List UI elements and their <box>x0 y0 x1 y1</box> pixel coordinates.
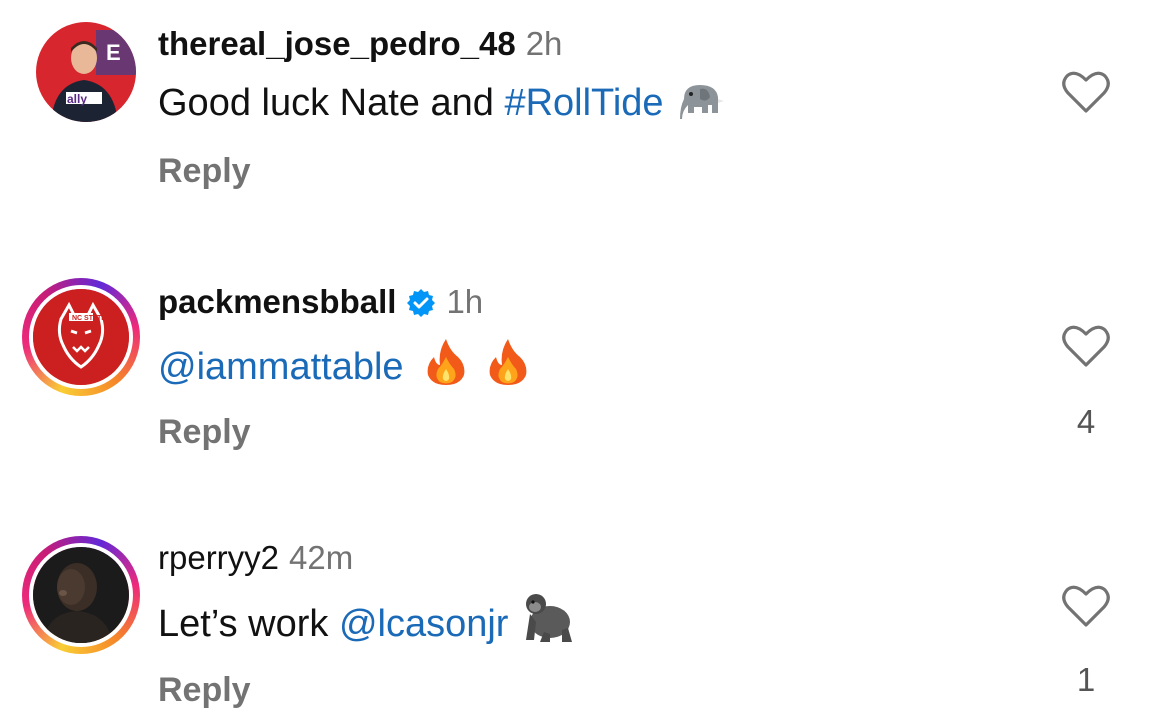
like-count: 4 <box>1076 403 1096 440</box>
comment-header: rperryy2 42m <box>158 538 353 578</box>
heart-icon[interactable] <box>1062 584 1110 628</box>
comment-header: thereal_jose_pedro_48 2h <box>158 24 562 64</box>
reply-button[interactable]: Reply <box>158 151 251 191</box>
comment-body: Good luck Nate and <box>158 82 505 124</box>
comment-text: Good luck Nate and #RollTide <box>158 79 726 134</box>
avatar-image: NC STATE <box>29 285 133 389</box>
username[interactable]: thereal_jose_pedro_48 <box>158 25 516 62</box>
elephant-emoji <box>678 79 726 134</box>
avatar[interactable]: E ally <box>22 22 140 140</box>
timestamp: 2h <box>525 25 563 62</box>
reply-button[interactable]: Reply <box>158 670 251 710</box>
reply-button[interactable]: Reply <box>158 412 251 452</box>
svg-text:ally: ally <box>67 92 87 106</box>
comment-header: packmensbball 1h <box>158 282 483 327</box>
fire-emoji <box>486 337 530 398</box>
username[interactable]: rperryy2 <box>158 539 279 576</box>
gorilla-emoji <box>522 592 578 655</box>
comment-body: Let’s work <box>158 603 339 645</box>
avatar-image <box>29 543 133 647</box>
svg-text:NC STATE: NC STATE <box>72 315 106 322</box>
avatar[interactable] <box>22 536 140 654</box>
fire-emoji <box>424 337 468 398</box>
timestamp: 42m <box>289 539 354 576</box>
mention-link[interactable]: @lcasonjr <box>339 603 509 645</box>
like-count: 1 <box>1076 661 1096 698</box>
comment-text: Let’s work @lcasonjr <box>158 592 578 655</box>
svg-text:E: E <box>106 40 121 65</box>
comment-text: @iammattable <box>158 337 530 398</box>
hashtag-link[interactable]: #RollTide <box>504 82 663 124</box>
timestamp: 1h <box>446 283 484 320</box>
avatar-image: E ally <box>36 22 136 122</box>
username[interactable]: packmensbball <box>158 283 396 320</box>
mention-link[interactable]: @iammattable <box>158 346 404 388</box>
avatar[interactable]: NC STATE <box>22 278 140 396</box>
heart-icon[interactable] <box>1062 324 1110 368</box>
verified-badge-icon <box>406 287 436 327</box>
heart-icon[interactable] <box>1062 70 1110 114</box>
